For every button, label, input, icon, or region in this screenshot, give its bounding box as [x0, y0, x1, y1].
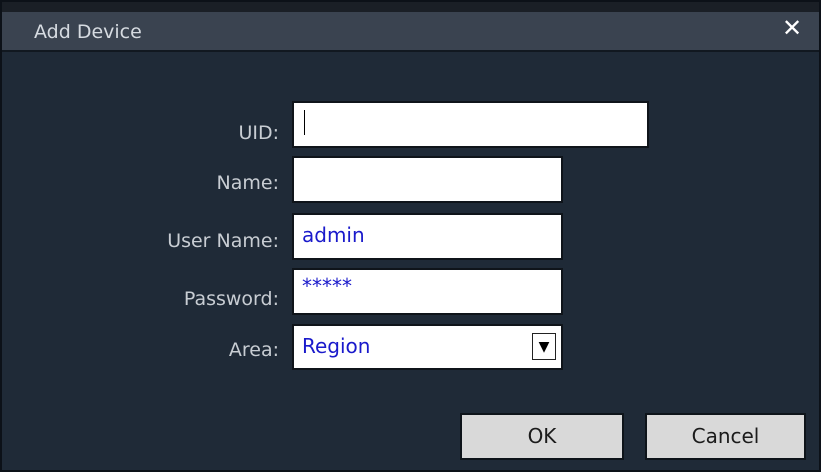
uid-label: UID: [238, 122, 279, 144]
area-select[interactable]: Region ▼ [292, 324, 563, 370]
password-label: Password: [183, 288, 279, 310]
password-value: ***** [302, 274, 352, 298]
username-value: admin [302, 223, 365, 247]
area-label: Area: [228, 339, 279, 361]
name-label: Name: [216, 172, 279, 194]
text-cursor [304, 110, 305, 135]
close-icon[interactable]: ✕ [779, 16, 805, 40]
title-bar: Add Device ✕ [2, 2, 819, 52]
name-input[interactable] [292, 156, 563, 203]
area-value: Region [302, 334, 371, 358]
username-input[interactable]: admin [292, 213, 563, 260]
ok-button[interactable]: OK [460, 413, 624, 460]
username-label: User Name: [167, 230, 279, 252]
add-device-dialog: Add Device ✕ UID: Name: User Name: admin… [0, 0, 821, 472]
cancel-button[interactable]: Cancel [645, 413, 806, 460]
title-bar-top-strip [2, 2, 819, 12]
chevron-down-icon[interactable]: ▼ [532, 333, 556, 360]
uid-input[interactable] [292, 101, 649, 148]
password-input[interactable]: ***** [292, 268, 563, 315]
dialog-title: Add Device [34, 21, 142, 43]
